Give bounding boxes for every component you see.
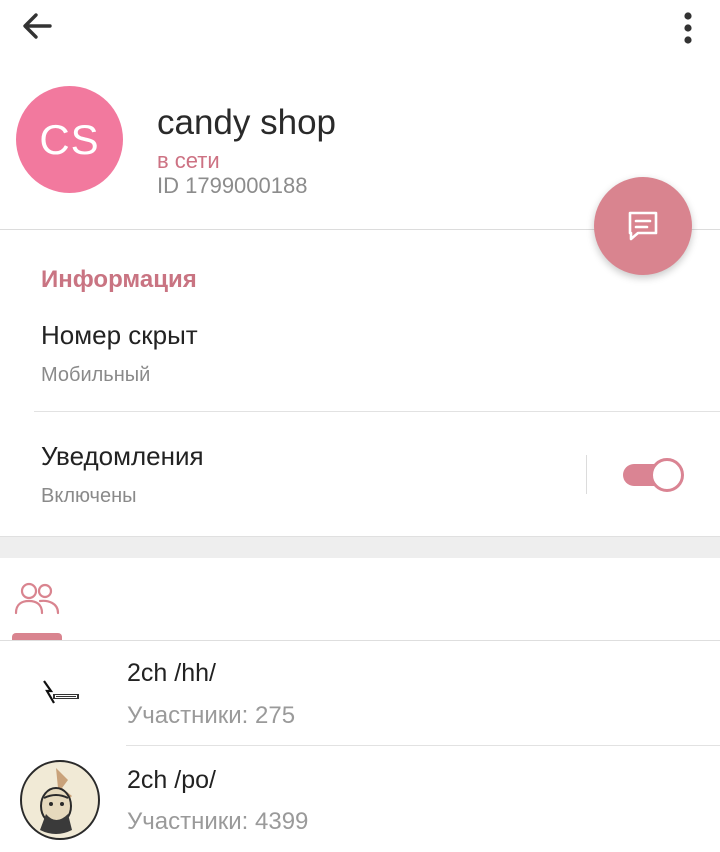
notifications-state: Включены <box>41 485 137 507</box>
phone-label: Мобильный <box>41 364 151 386</box>
toggle-thumb <box>650 458 684 492</box>
group-icon <box>14 582 60 615</box>
info-section-title: Информация <box>41 266 197 293</box>
group-row[interactable]: 2ch /hh/ Участники: 275 <box>0 641 720 746</box>
notifications-toggle[interactable] <box>620 455 686 495</box>
more-options-button[interactable] <box>668 4 708 48</box>
portrait-icon <box>40 768 72 834</box>
tab-groups[interactable] <box>12 576 64 641</box>
hh-logo-icon <box>43 680 79 704</box>
group-name: 2ch /po/ <box>127 766 216 794</box>
avatar-initials: CS <box>39 115 100 163</box>
info-divider <box>34 411 720 412</box>
online-status: в сети <box>157 148 220 173</box>
group-members: Участники: 4399 <box>127 808 309 835</box>
message-icon <box>628 211 658 241</box>
profile-avatar[interactable]: CS <box>16 86 123 193</box>
group-avatar <box>20 651 100 731</box>
back-button[interactable] <box>14 6 62 46</box>
more-vertical-icon <box>684 12 692 44</box>
phone-value[interactable]: Номер скрыт <box>41 320 198 351</box>
group-row[interactable]: 2ch /po/ Участники: 4399 <box>0 746 720 851</box>
group-members: Участники: 275 <box>127 702 296 729</box>
send-message-button[interactable] <box>594 177 692 275</box>
profile-name: candy shop <box>157 103 337 142</box>
group-avatar <box>20 760 100 840</box>
notifications-title[interactable]: Уведомления <box>41 441 204 472</box>
user-id: ID 1799000188 <box>157 173 308 198</box>
vertical-divider <box>586 455 587 494</box>
section-separator <box>0 536 720 558</box>
group-name: 2ch /hh/ <box>127 659 216 687</box>
arrow-left-icon <box>23 13 52 39</box>
